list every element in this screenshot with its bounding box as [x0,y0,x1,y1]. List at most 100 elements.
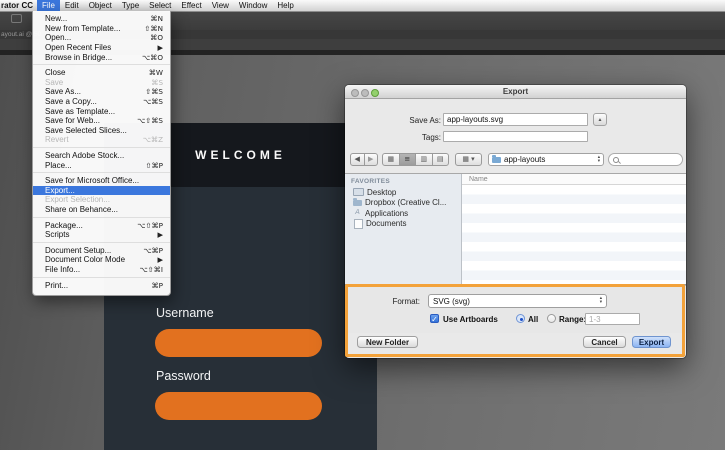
sidebar-item-desktop[interactable]: Desktop [345,187,461,198]
file-menu-item[interactable]: Save ⌘S [33,78,170,88]
sidebar-item-applications[interactable]: A Applications [345,208,461,219]
desktop-icon [353,188,364,197]
file-menu-item[interactable]: Scripts ▶ [33,230,170,240]
close-traffic-light[interactable] [351,89,359,97]
save-as-input[interactable] [443,113,588,126]
file-menu-item[interactable]: Package... ⌥⇧⌘P [33,220,170,230]
zoom-traffic-light[interactable] [371,89,379,97]
file-menu-item[interactable]: Browse in Bridge... ⌥⌘O [33,52,170,62]
location-dropdown[interactable]: app-layouts ▴ ▾ [488,153,604,166]
use-artboards-label: Use Artboards [443,315,498,324]
file-menu-item[interactable]: File Info... ⌥⇧⌘I [33,265,170,275]
menubar-item[interactable]: Window [234,0,272,11]
file-list[interactable]: Name [462,174,686,284]
dialog-titlebar[interactable]: Export [345,85,686,99]
file-menu-item[interactable] [33,147,170,149]
file-menu-item[interactable] [33,64,170,66]
location-value: app-layouts [504,155,546,164]
menubar-item[interactable]: Effect [176,0,206,11]
password-field-shape [155,392,322,420]
use-artboards-checkbox[interactable]: ✓ [430,314,439,324]
screen: ayout.ai @ 50 WELCOME Username Password … [0,0,725,450]
app-menu-label[interactable]: rator CC [0,0,37,11]
file-menu-item[interactable]: Document Setup... ⌥⌘P [33,245,170,255]
coverflow-view-button[interactable]: ▤ [433,154,449,165]
search-input[interactable] [621,155,683,166]
action-menu-button[interactable]: ▦ ▾ [455,153,482,166]
favorites-header: FAVORITES [351,178,391,185]
back-button[interactable]: ◀ [351,154,365,165]
file-menu-item[interactable] [33,216,170,218]
menubar-item[interactable]: Edit [60,0,84,11]
applications-icon: A [355,209,360,217]
format-value: SVG (svg) [433,296,470,306]
dialog-title: Export [502,87,529,96]
app-bar-icon[interactable] [11,14,22,23]
menubar-item[interactable]: Select [144,0,176,11]
file-menu-item[interactable]: Save a Copy... ⌥⌘S [33,97,170,107]
sidebar-item-documents[interactable]: Documents [345,218,461,230]
search-field[interactable] [608,153,683,166]
new-folder-button[interactable]: New Folder [357,336,418,348]
file-menu-item[interactable]: Place... ⇧⌘P [33,160,170,170]
menubar-item[interactable]: File [37,0,60,11]
icon-view-button[interactable]: ▦ [383,154,400,165]
export-button[interactable]: Export [632,336,671,348]
minimize-traffic-light[interactable] [361,89,369,97]
file-menu-item[interactable]: Close ⌘W [33,68,170,78]
file-menu-item[interactable] [33,276,170,278]
column-view-button[interactable]: ▥ [416,154,433,165]
sidebar-item-dropbox[interactable]: Dropbox (Creative Cl... [345,197,461,209]
menubar-item[interactable]: Object [84,0,117,11]
all-radio[interactable] [516,314,525,323]
dropbox-folder-icon [353,197,362,206]
file-menu-item[interactable]: Share on Behance... [33,205,170,215]
sidebar-item-label: Desktop [367,187,397,197]
format-select-arrows-icon: ▴ ▾ [599,296,602,305]
file-menu-item[interactable]: Open... ⌘O [33,33,170,43]
file-menu-item[interactable] [33,241,170,243]
menubar-item[interactable]: View [207,0,234,11]
range-input[interactable] [585,313,640,325]
file-menu-item[interactable]: Save Selected Slices... [33,126,170,136]
disclosure-button[interactable]: ▲ [593,113,607,126]
tags-label: Tags: [421,133,441,142]
file-menu-item[interactable]: Export Selection... [33,195,170,205]
name-column-header[interactable]: Name [462,174,686,185]
file-menu-item[interactable]: Search Adobe Stock... [33,151,170,161]
tags-input[interactable] [443,131,588,142]
menubar-item[interactable]: Help [272,0,298,11]
file-menu-item[interactable]: Revert ⌥⌘Z [33,135,170,145]
sidebar-item-label: Documents [366,219,407,229]
export-dialog: Export Save As: ▲ Tags: ◀ ▶ ▦ ≡ ▥ ▤ ▦ ▾ … [345,85,686,358]
file-menu-item[interactable]: New... ⌘N [33,14,170,24]
file-menu-item[interactable]: Save as Template... [33,106,170,116]
sidebar-item-label: Dropbox (Creative Cl... [365,198,447,208]
file-menu-item[interactable]: Print... ⌘P [33,280,170,290]
file-menu-item[interactable]: Save for Microsoft Office... [33,176,170,186]
file-menu-item[interactable]: Save As... ⇧⌘S [33,87,170,97]
disclosure-arrow-icon: ▲ [597,117,603,123]
cancel-button[interactable]: Cancel [583,336,626,348]
range-radio[interactable] [547,314,556,323]
list-view-button[interactable]: ≡ [399,154,416,165]
search-icon [613,157,619,163]
format-select[interactable]: SVG (svg) ▴ ▾ [428,294,607,308]
file-menu-item[interactable]: Export... [33,185,170,196]
file-menu-item[interactable] [33,172,170,174]
format-label: Format: [392,297,420,306]
username-field-shape [155,329,322,357]
menubar-item[interactable]: Type [117,0,144,11]
file-menu-item[interactable]: Open Recent Files ▶ [33,43,170,53]
favorites-sidebar: FAVORITES Desktop Dropbox (Creative Cl..… [345,174,462,284]
action-menu-icon: ▦ ▾ [462,155,475,163]
documents-icon [354,218,363,229]
forward-button[interactable]: ▶ [365,154,378,165]
range-label: Range: [559,315,587,324]
file-menu-item[interactable]: New from Template... ⇧⌘N [33,24,170,34]
nav-buttons: ◀ ▶ [350,153,378,166]
file-menu-item[interactable]: Save for Web... ⌥⇧⌘S [33,116,170,126]
all-label: All [528,315,539,324]
export-options: Format: SVG (svg) ▴ ▾ ✓ Use Artboards All… [345,285,686,333]
file-menu-item[interactable]: Document Color Mode ▶ [33,255,170,265]
